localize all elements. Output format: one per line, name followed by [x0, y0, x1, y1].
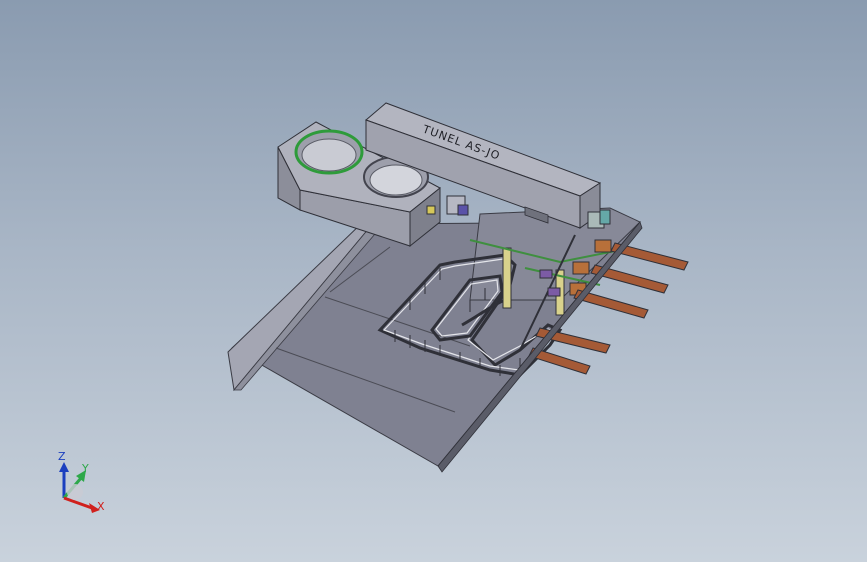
assembly-model[interactable]: TUNEL AS-JO	[0, 0, 867, 562]
x-axis-label: X	[97, 500, 105, 513]
yellow-sensor	[426, 205, 436, 215]
z-arrow-icon	[59, 462, 69, 472]
x-axis	[63, 496, 93, 510]
silo-grey-inner	[369, 164, 423, 196]
support-column	[502, 247, 512, 309]
orange-module	[572, 261, 590, 275]
control-panel	[457, 204, 469, 216]
machine-cabinet-2	[599, 209, 611, 225]
silo-green-inner	[301, 138, 357, 172]
cad-viewport[interactable]: TUNEL AS-JO Z Y X	[0, 0, 867, 562]
y-axis-label: Y	[81, 462, 89, 475]
z-axis-label: Z	[58, 450, 66, 463]
purple-module	[539, 269, 553, 279]
orientation-triad[interactable]: Z Y X	[48, 448, 118, 520]
triad-origin	[67, 484, 83, 500]
orange-module	[594, 239, 612, 253]
purple-module	[547, 287, 561, 297]
